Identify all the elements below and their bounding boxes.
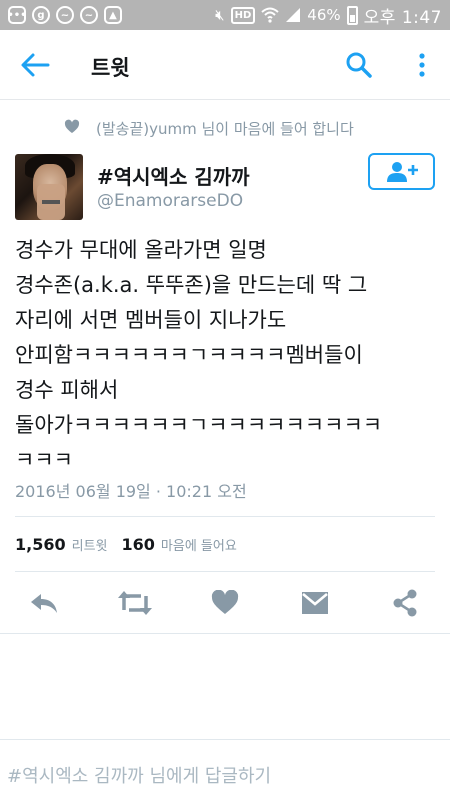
messenger-icon-2: ~ — [80, 6, 98, 24]
reply-input-placeholder[interactable]: #역시엑소 김까까 님에게 답글하기 — [7, 762, 271, 788]
like-count[interactable]: 160 — [122, 535, 155, 554]
signal-icon — [286, 8, 301, 22]
author-name[interactable]: #역시엑소 김까까 — [97, 161, 250, 190]
battery-icon — [346, 5, 358, 25]
hd-icon: HD — [230, 6, 256, 24]
reply-icon — [31, 594, 57, 613]
system-indicators: 🔇︎ HD 46% 오후 1:47 — [215, 3, 442, 28]
action-bar — [0, 583, 450, 623]
gallery-icon: ▲ — [104, 6, 122, 24]
messenger-icon: ~ — [56, 6, 74, 24]
reply-button[interactable] — [24, 583, 64, 623]
back-arrow-icon[interactable] — [18, 50, 52, 80]
like-icon — [211, 590, 239, 614]
battery-percent: 46% — [307, 6, 341, 24]
liked-notice: (발송끝)yumm 님이 마음에 들어 합니다 — [0, 117, 450, 139]
retweet-icon — [118, 591, 152, 615]
g-app-icon: g — [32, 6, 50, 24]
tweet-text: 경수가 무대에 올라가면 일명 경수존(a.k.a. 뚜뚜존)을 만드는데 딱 … — [15, 238, 383, 472]
status-bar: ••• g ~ ~ ▲ 🔇︎ HD 46% 오후 1:47 — [0, 0, 450, 30]
retweet-label[interactable]: 리트윗 — [72, 535, 108, 554]
divider — [15, 516, 435, 517]
search-icon[interactable] — [344, 50, 374, 80]
avatar-ring — [42, 200, 60, 204]
like-button[interactable] — [205, 583, 245, 623]
retweet-count[interactable]: 1,560 — [15, 535, 66, 554]
tweet-timestamp: 2016년 06월 19일 · 10:21 오전 — [15, 482, 247, 501]
liked-notice-text[interactable]: (발송끝)yumm 님이 마음에 들어 합니다 — [96, 118, 354, 139]
clock: 오후 1:47 — [363, 7, 442, 28]
retweet-button[interactable] — [115, 583, 155, 623]
app-bar: 트윗 — [0, 30, 450, 100]
notification-icons: ••• g ~ ~ ▲ — [7, 6, 122, 24]
mute-icon: 🔇︎ — [215, 6, 225, 24]
tweet-stats: 1,560 리트윗 160 마음에 들어요 — [15, 535, 251, 554]
follow-user-icon — [386, 161, 418, 182]
message-icon — [302, 592, 328, 614]
share-icon — [393, 589, 417, 617]
message-notification-icon: ••• — [7, 6, 27, 24]
direct-message-button[interactable] — [295, 583, 335, 623]
reply-composer[interactable]: #역시엑소 김까까 님에게 답글하기 — [0, 739, 450, 800]
wifi-icon — [261, 7, 279, 23]
divider — [15, 571, 435, 572]
page-title: 트윗 — [91, 56, 130, 80]
divider — [0, 633, 450, 634]
share-button[interactable] — [385, 583, 425, 623]
like-label[interactable]: 마음에 들어요 — [161, 535, 237, 554]
author-handle[interactable]: @EnamorarseDO — [97, 191, 243, 211]
heart-icon — [64, 119, 80, 133]
follow-button[interactable] — [368, 153, 435, 190]
avatar[interactable] — [15, 154, 83, 220]
more-vert-icon[interactable] — [410, 50, 434, 80]
